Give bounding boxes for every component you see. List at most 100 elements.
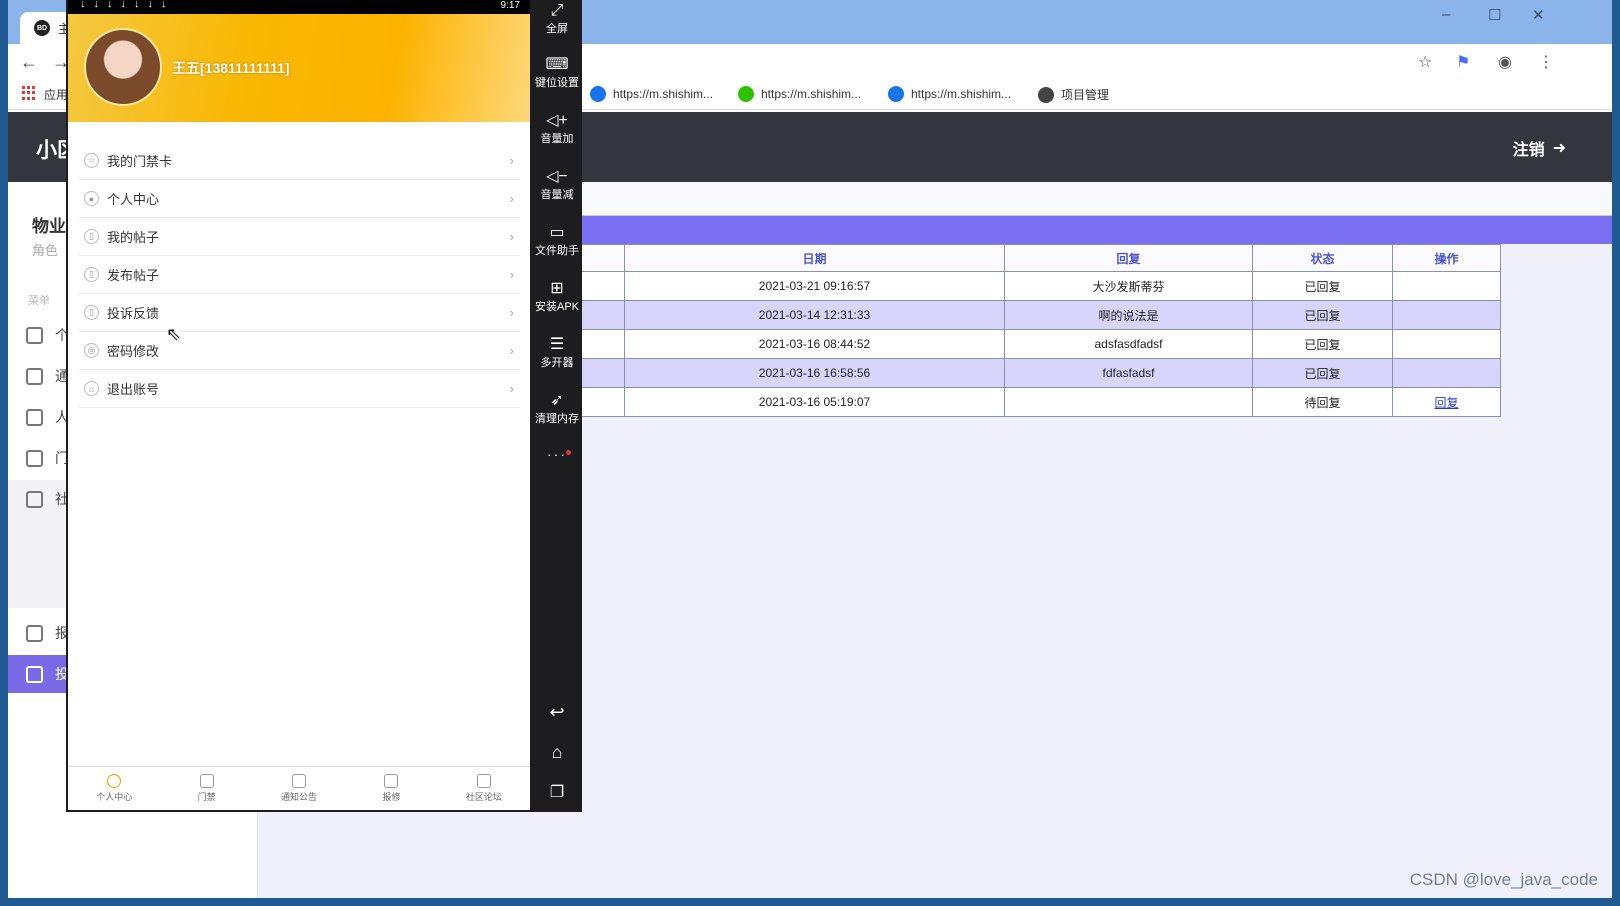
recents-icon: ❐ [549, 784, 565, 801]
table-row: 敌阀 2021-03-21 09:16:57 大沙发斯蒂芬 已回复 [494, 271, 1501, 301]
grid-icon [292, 774, 307, 788]
tab-forum[interactable]: 社区论坛 [438, 767, 530, 810]
publish-icon: ▯ [84, 267, 99, 282]
cell-date: 2021-03-14 12:31:33 [624, 300, 1005, 330]
home-button[interactable]: ⌂ [532, 742, 582, 763]
bookmark-label: https://m.shishim... [911, 87, 1012, 101]
bookmark-3[interactable]: https://m.shishim... [888, 86, 1011, 102]
logout-button[interactable]: 注销 ➜ [1513, 136, 1566, 160]
profile-avatar-icon[interactable]: ◉ [1498, 52, 1512, 72]
back-button[interactable]: ↩ [532, 702, 582, 723]
more-button[interactable]: ··· [532, 446, 582, 462]
menu-item-exit[interactable]: ⌂ 退出账号 › [78, 370, 520, 408]
tab-notice[interactable]: 通知公告 [253, 767, 345, 810]
close-window-icon[interactable]: ✕ [1532, 6, 1545, 24]
tool-label: 多开器 [540, 357, 574, 369]
apps-icon[interactable] [22, 86, 36, 100]
cell-action [1392, 329, 1501, 359]
table-row: 的说法 2021-03-16 08:44:52 adsfasdfadsf 已回复 [494, 329, 1501, 359]
menu-item-label: 投诉反馈 [107, 306, 160, 321]
menu-item-password[interactable]: ◎ 密码修改 › [78, 332, 520, 370]
profile-header: 王五[13811111111] [68, 14, 530, 122]
heart-icon [107, 774, 122, 788]
tab-repair[interactable]: 报修 [345, 767, 437, 810]
tab-favicon-icon: BD [34, 20, 50, 36]
cell-action [1392, 271, 1501, 301]
watermark: CSDN @love_java_code [1409, 870, 1598, 889]
logout-label: 注销 [1512, 142, 1545, 159]
extension-icon[interactable]: ⚑ [1456, 52, 1470, 72]
browser-menu-icon[interactable]: ⋮ [1538, 52, 1554, 72]
phone-screen: ↓↓↓↓↓↓↓ 9:17 王五[13811111111] ☆ 我的门禁卡 › ● 个人… [68, 0, 530, 810]
tool-label: 键位设置 [535, 77, 579, 89]
volume-down-button[interactable]: ◁− 音量减 [532, 168, 582, 202]
tab-label: 通知公告 [281, 792, 318, 802]
avatar[interactable] [84, 28, 162, 106]
tool-label: 清理内存 [535, 413, 579, 425]
bookmark-apps[interactable]: 应用 [44, 86, 68, 103]
menu-item-publish-post[interactable]: ▯ 发布帖子 › [78, 256, 520, 294]
bookmark-2[interactable]: https://m.shishim... [738, 86, 861, 102]
menu-item-access-card[interactable]: ☆ 我的门禁卡 › [78, 142, 520, 180]
keymap-button[interactable]: ⌨ 键位设置 [532, 56, 582, 90]
table-row: dsf 2021-03-16 05:19:07 待回复 回复 [494, 387, 1501, 417]
download-icon: ↓↓↓↓↓↓↓ [80, 0, 175, 10]
tool-label: 安装APK [534, 301, 579, 313]
bookmark-1[interactable]: https://m.shishim... [590, 86, 713, 102]
install-apk-button[interactable]: ⊞ 安装APK [532, 280, 582, 314]
table-header-row: 容 日期 回复 状态 操作 [494, 244, 1501, 272]
cell-action: 回复 [1392, 387, 1501, 417]
column-header: 状态 [1252, 244, 1393, 272]
tab-label: 门禁 [197, 792, 216, 802]
tab-personal-center[interactable]: 个人中心 [68, 767, 160, 810]
chevron-right-icon: › [509, 153, 514, 168]
rocket-icon: ➶ [550, 392, 564, 409]
emulator-window: ↓↓↓↓↓↓↓ 9:17 王五[13811111111] ☆ 我的门禁卡 › ● 个人… [66, 0, 582, 812]
cell-action [1392, 300, 1501, 330]
multi-instance-button[interactable]: ☰ 多开器 [532, 336, 582, 370]
file-icon: ▭ [549, 224, 565, 241]
reply-link[interactable]: 回复 [1434, 396, 1458, 410]
phone-time: 9:17 [500, 0, 520, 11]
star-icon: ☆ [84, 153, 99, 168]
volume-down-icon: ◁− [546, 168, 568, 185]
chevron-right-icon: › [509, 343, 514, 358]
bookmark-4[interactable]: 项目管理 [1038, 86, 1109, 103]
menu-item-my-posts[interactable]: ▯ 我的帖子 › [78, 218, 520, 256]
multi-icon: ☰ [549, 336, 565, 353]
bookmark-star-icon[interactable]: ☆ [1418, 52, 1432, 72]
menu-item-personal-center[interactable]: ● 个人中心 › [78, 180, 520, 218]
fullscreen-button[interactable]: ⤢ 全屏 [532, 2, 582, 36]
clear-memory-button[interactable]: ➶ 清理内存 [532, 392, 582, 426]
back-arrow-icon[interactable]: ← [20, 52, 38, 73]
globe-icon [1038, 86, 1054, 103]
tab-label: 社区论坛 [465, 792, 502, 802]
tab-access[interactable]: 门禁 [160, 767, 252, 810]
cell-date: 2021-03-16 05:19:07 [624, 387, 1005, 417]
column-header: 回复 [1004, 244, 1253, 272]
cell-reply: 大沙发斯蒂芬 [1004, 271, 1253, 301]
menu-item-label: 个人中心 [107, 192, 160, 207]
notification-dot [566, 450, 571, 455]
post-icon: ▯ [84, 229, 99, 244]
menu-item-feedback[interactable]: ▯ 投诉反馈 › [78, 294, 520, 332]
volume-up-button[interactable]: ◁+ 音量加 [532, 112, 582, 146]
chevron-right-icon: › [509, 267, 514, 282]
column-header: 操作 [1392, 244, 1501, 272]
sidebar-role: 角色 [32, 243, 59, 258]
tab-label: 报修 [382, 792, 401, 802]
bookmark-label: https://m.shishim... [613, 87, 714, 101]
cell-status: 待回复 [1252, 387, 1393, 417]
volume-up-icon: ◁+ [546, 112, 568, 129]
recents-button[interactable]: ❐ [532, 782, 582, 802]
tool-label: 音量加 [540, 133, 574, 145]
minimize-icon[interactable]: – [1442, 6, 1450, 23]
tool-label: 文件助手 [535, 245, 579, 257]
maximize-icon[interactable]: ☐ [1488, 6, 1501, 24]
home-icon: ⌂ [551, 742, 563, 762]
wechat-icon [738, 86, 754, 102]
file-helper-button[interactable]: ▭ 文件助手 [532, 224, 582, 258]
fullscreen-icon: ⤢ [550, 2, 564, 19]
sidebar-menu-label: 菜单 [28, 295, 50, 307]
menu-item-label: 退出账号 [107, 382, 160, 397]
